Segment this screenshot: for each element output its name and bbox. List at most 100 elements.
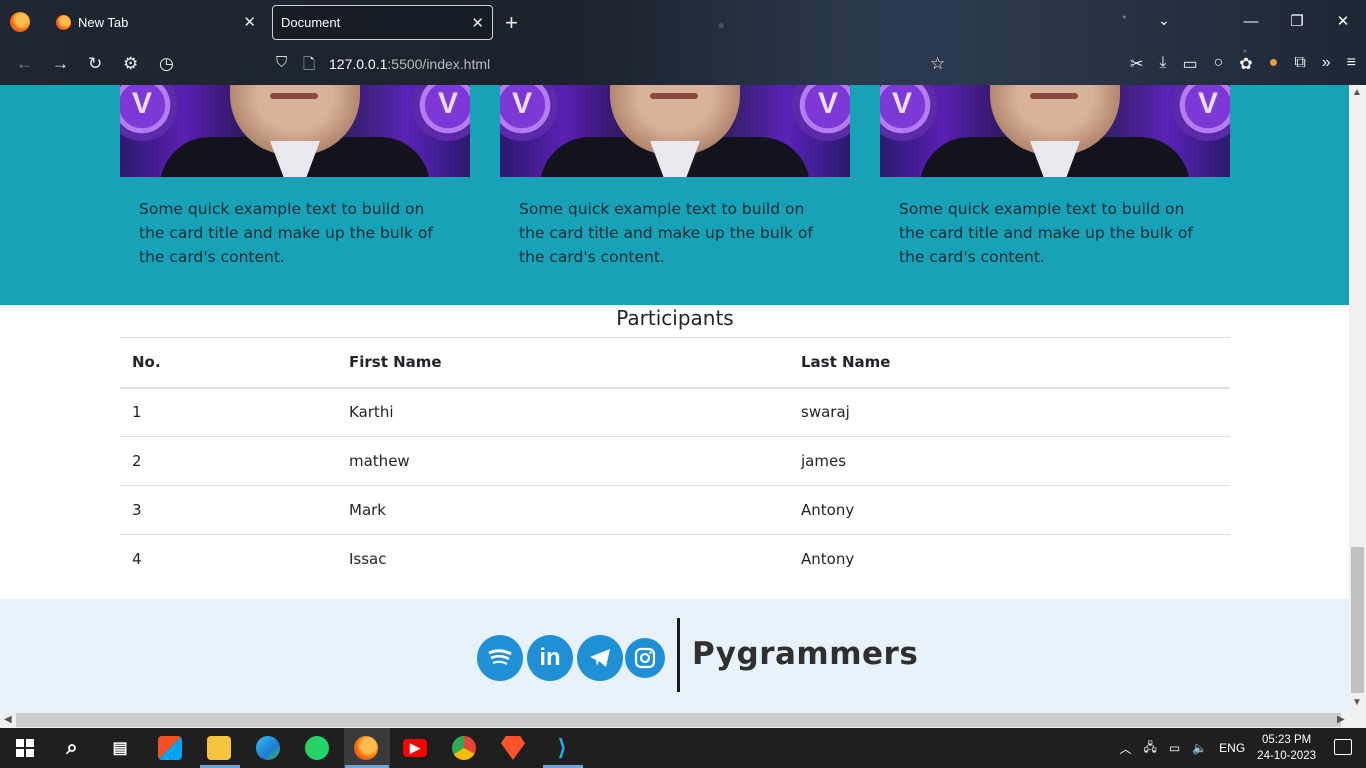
page-content: V V V V V V Some quick example text to b…	[0, 85, 1349, 712]
vscode-icon[interactable]: ⟩	[550, 735, 574, 760]
clock-time: 05:23 PM	[1261, 734, 1312, 746]
close-window-button[interactable]: ✕	[1320, 0, 1366, 44]
table-header-row: No. First Name Last Name	[120, 337, 1230, 389]
close-tab-icon[interactable]: ✕	[471, 14, 484, 32]
shield-icon[interactable]: ⛉	[276, 54, 287, 71]
language-indicator[interactable]: ENG	[1219, 741, 1245, 755]
tab-label: New Tab	[78, 15, 129, 30]
spotify-icon[interactable]	[477, 635, 523, 681]
search-icon[interactable]: ⌕	[60, 736, 84, 760]
scroll-left-icon[interactable]: ◀	[4, 714, 12, 725]
cell-last-name: Antony	[789, 534, 1230, 584]
scroll-down-icon[interactable]: ▼	[1352, 697, 1362, 708]
card-text: Some quick example text to build on the …	[139, 200, 433, 266]
forward-icon[interactable]: →	[52, 54, 69, 74]
linkedin-icon[interactable]: in	[527, 635, 573, 681]
table-row: 3 Mark Antony	[120, 485, 1230, 535]
cell-first-name: mathew	[337, 436, 789, 486]
store-icon[interactable]	[158, 736, 182, 760]
person-mouth	[270, 93, 318, 99]
table-row: 1 Karthi swaraj	[120, 387, 1230, 437]
cell-no: 3	[120, 485, 337, 535]
menu-icon[interactable]: ≡	[1347, 54, 1356, 74]
reader-icon[interactable]: ▭	[1182, 54, 1197, 74]
start-icon[interactable]	[13, 736, 37, 760]
column-header-first-name: First Name	[337, 337, 789, 389]
card-image: V V	[500, 85, 850, 177]
new-tab-button[interactable]: +	[505, 10, 518, 36]
clock-date: 24-10-2023	[1257, 750, 1316, 762]
cell-first-name: Mark	[337, 485, 789, 535]
cell-first-name: Karthi	[337, 387, 789, 437]
address-bar[interactable]: ⛉ 🗋 127.0.0.1:5500/index.html	[270, 48, 960, 81]
v-logo: V	[792, 85, 850, 141]
firefox-menu-icon[interactable]	[10, 12, 30, 32]
history-icon[interactable]: ◷	[159, 54, 174, 74]
tray-overflow-icon[interactable]: ︿	[1119, 740, 1131, 757]
cell-no: 4	[120, 534, 337, 584]
horizontal-scroll-thumb[interactable]	[16, 713, 1341, 727]
whatsapp-icon[interactable]	[305, 736, 329, 760]
cell-no: 2	[120, 436, 337, 486]
clock[interactable]: 05:23 PM 24-10-2023	[1257, 732, 1316, 764]
cell-last-name: Antony	[789, 485, 1230, 535]
participants-title: Participants	[616, 306, 734, 330]
table-row: 4 Issac Antony	[120, 534, 1230, 584]
edge-icon[interactable]	[256, 736, 280, 760]
cookie-icon[interactable]: ●	[1269, 54, 1279, 74]
cell-last-name: swaraj	[789, 387, 1230, 437]
overflow-icon[interactable]: »	[1322, 54, 1331, 74]
v-logo: V	[880, 85, 938, 141]
extension-icon[interactable]: ✿	[1239, 54, 1252, 74]
star-icon[interactable]: ☆	[930, 54, 945, 74]
youtube-icon[interactable]: ▶	[403, 739, 427, 757]
battery-icon[interactable]: ▭	[1169, 741, 1180, 755]
system-tray: ︿ 🖧 ▭ 🔈 ENG 05:23 PM 24-10-2023	[1119, 728, 1316, 768]
list-all-tabs-icon[interactable]: ⌄	[1158, 12, 1170, 29]
notification-icon[interactable]	[1334, 739, 1352, 755]
screenshot-icon[interactable]: ✂	[1130, 54, 1143, 74]
restore-button[interactable]: ❐	[1274, 0, 1320, 44]
close-tab-icon[interactable]: ✕	[243, 13, 256, 31]
back-icon[interactable]: ←	[16, 54, 33, 74]
settings-icon[interactable]: ⚙	[123, 54, 138, 74]
download-icon[interactable]: ⤓	[1159, 54, 1166, 74]
network-icon[interactable]: 🖧	[1143, 738, 1156, 759]
v-logo: V	[412, 85, 470, 141]
column-header-last-name: Last Name	[789, 337, 1230, 389]
telegram-icon[interactable]	[577, 635, 623, 681]
chrome-icon[interactable]	[452, 736, 476, 760]
tab-bar: New Tab ✕ Document ✕ + ⌄ — ❐ ✕	[0, 0, 1366, 44]
brave-icon[interactable]	[501, 736, 525, 760]
footer: in Pygrammers	[0, 599, 1349, 712]
scroll-up-icon[interactable]: ▲	[1352, 87, 1362, 98]
tab-new-tab[interactable]: New Tab ✕	[44, 5, 264, 40]
url-path: :5500/index.html	[387, 56, 491, 72]
column-header-no: No.	[120, 337, 337, 389]
file-explorer-icon[interactable]	[207, 736, 231, 760]
task-view-icon[interactable]: ▤	[108, 736, 132, 760]
tab-label: Document	[281, 15, 341, 30]
minimize-button[interactable]: —	[1228, 0, 1274, 44]
cell-last-name: james	[789, 436, 1230, 486]
url-host: 127.0.0.1	[329, 56, 388, 72]
navigation-toolbar: ← → ↻ ⚙ ◷ ⛉ 🗋 127.0.0.1:5500/index.html …	[0, 44, 1366, 85]
v-logo: V	[120, 85, 178, 141]
firefox-favicon-icon	[56, 15, 71, 30]
brand-logo-text[interactable]: Pygrammers	[692, 636, 918, 672]
instagram-icon[interactable]	[625, 638, 665, 678]
vertical-scroll-thumb[interactable]	[1351, 547, 1364, 693]
cell-first-name: Issac	[337, 534, 789, 584]
puzzle-icon[interactable]: ⧉	[1294, 54, 1305, 74]
volume-icon[interactable]: 🔈	[1192, 741, 1207, 755]
divider	[677, 618, 680, 692]
reload-icon[interactable]: ↻	[88, 54, 102, 74]
windows-taskbar: ⌕ ▤ ▶ ⟩ ︿ 🖧 ▭ 🔈 ENG 05:23 PM 24-10-2023	[0, 728, 1366, 768]
firefox-icon[interactable]	[354, 736, 378, 760]
tab-document[interactable]: Document ✕	[272, 5, 493, 40]
cell-no: 1	[120, 387, 337, 437]
scroll-right-icon[interactable]: ▶	[1337, 714, 1345, 725]
page-icon: 🗋	[303, 56, 316, 73]
circle-icon[interactable]: ○	[1214, 54, 1224, 74]
url-text[interactable]: 127.0.0.1:5500/index.html	[329, 56, 490, 72]
